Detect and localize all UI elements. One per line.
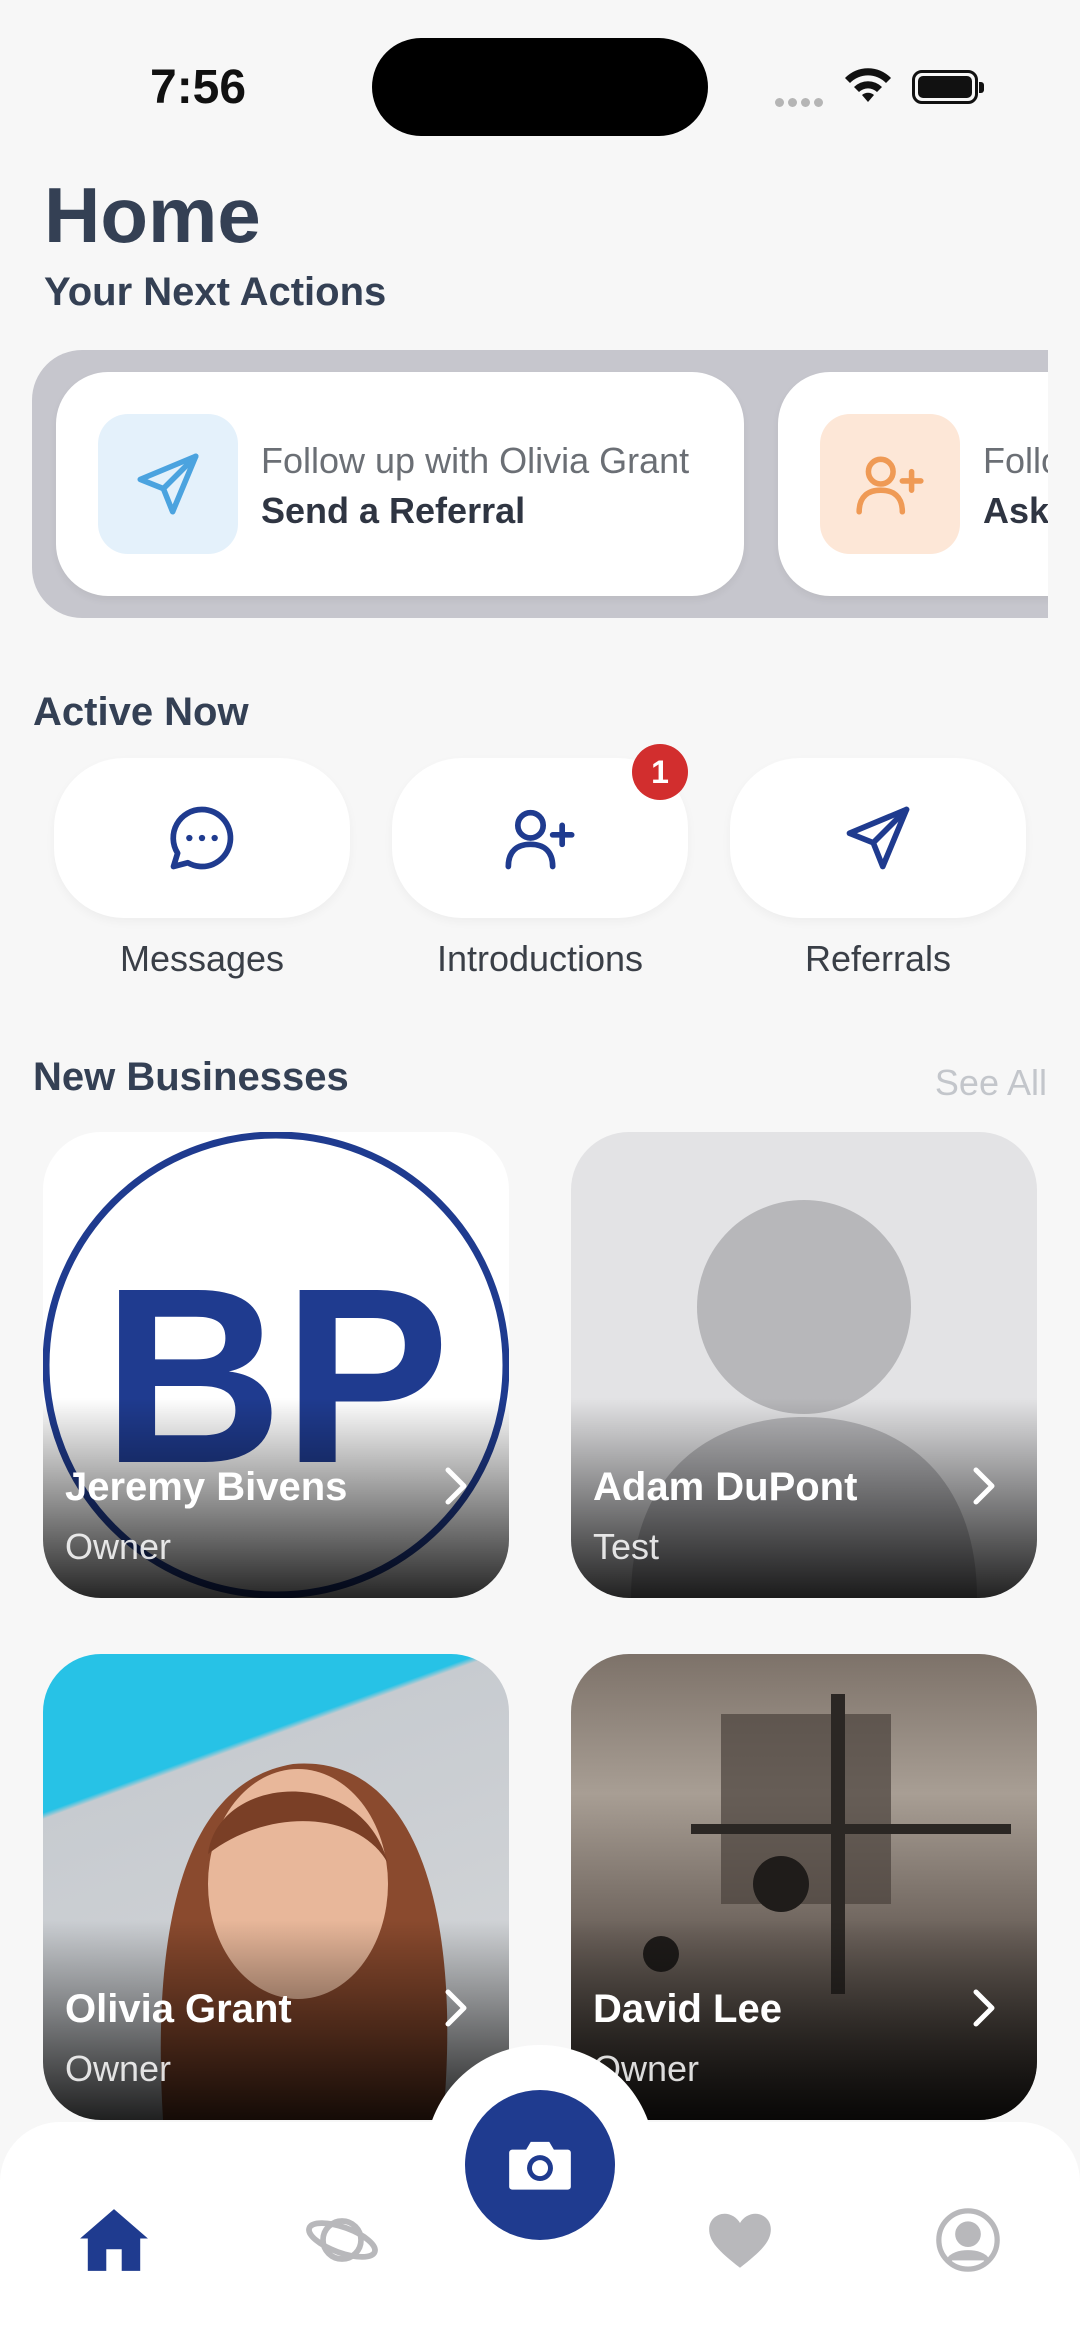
chevron-right-icon: [445, 1467, 467, 1505]
referrals-button[interactable]: [730, 758, 1026, 918]
business-role: Test: [593, 1526, 660, 1567]
action-description: Follow up with Olivia Grant: [261, 440, 690, 481]
chat-bubble-icon: [170, 806, 234, 870]
action-description: Follo: [983, 440, 1048, 481]
action-card[interactable]: Follo Ask: [778, 372, 1048, 596]
business-name: Adam DuPont: [593, 1465, 858, 1509]
business-card[interactable]: Olivia Grant Owner: [43, 1654, 509, 2120]
active-now-title: Active Now: [33, 690, 249, 734]
signal-dots-icon: [775, 94, 827, 112]
business-card[interactable]: BP Jeremy Bivens Owner: [43, 1132, 509, 1598]
wifi-icon: [845, 68, 891, 102]
tab-favorites[interactable]: [700, 2200, 780, 2280]
heart-icon: [709, 2213, 771, 2268]
notification-badge: 1: [632, 744, 688, 800]
messages-shortcut[interactable]: Messages: [54, 758, 350, 980]
next-actions-title: Your Next Actions: [44, 270, 387, 314]
business-role: Owner: [65, 1526, 172, 1567]
action-card[interactable]: Follow up with Olivia Grant Send a Refer…: [56, 372, 744, 596]
chevron-right-icon: [973, 1467, 995, 1505]
business-card[interactable]: David Lee Owner: [571, 1654, 1037, 2120]
business-name: David Lee: [593, 1987, 782, 2031]
business-card[interactable]: Adam DuPont Test: [571, 1132, 1037, 1598]
send-icon-tile: [98, 414, 238, 554]
status-bar: 7:56: [0, 0, 1080, 160]
tab-home[interactable]: [74, 2200, 154, 2280]
planet-icon: [306, 2218, 378, 2262]
action-title: Send a Referral: [261, 490, 526, 531]
introductions-label: Introductions: [436, 938, 644, 979]
send-icon: [846, 806, 910, 870]
messages-label: Messages: [119, 938, 285, 979]
business-role: Owner: [65, 2048, 172, 2089]
camera-button[interactable]: [465, 2090, 615, 2240]
user-plus-icon-tile: [820, 414, 960, 554]
referrals-shortcut[interactable]: Referrals: [730, 758, 1026, 980]
user-plus-icon: [856, 456, 924, 515]
dynamic-island: [372, 38, 708, 136]
next-actions-carousel[interactable]: Follow up with Olivia Grant Send a Refer…: [32, 350, 1048, 618]
messages-button[interactable]: [54, 758, 350, 918]
page-title: Home: [44, 171, 261, 259]
profile-icon: [936, 2208, 1000, 2272]
business-name: Olivia Grant: [65, 1987, 292, 2031]
business-name: Jeremy Bivens: [65, 1465, 348, 1509]
send-icon: [137, 453, 199, 515]
introductions-shortcut[interactable]: 1 Introductions: [392, 744, 688, 980]
referrals-label: Referrals: [804, 938, 952, 979]
battery-icon: [912, 70, 984, 104]
new-businesses-title: New Businesses: [33, 1055, 349, 1099]
tab-explore[interactable]: [302, 2200, 382, 2280]
camera-icon: [509, 2141, 571, 2190]
tab-profile[interactable]: [928, 2200, 1008, 2280]
user-plus-icon: [505, 809, 575, 870]
see-all-link[interactable]: See All: [935, 1062, 1047, 1104]
chevron-right-icon: [445, 1989, 467, 2027]
status-time: 7:56: [150, 61, 247, 114]
home-icon: [80, 2209, 148, 2271]
chevron-right-icon: [973, 1989, 995, 2027]
action-title: Ask: [983, 490, 1048, 531]
